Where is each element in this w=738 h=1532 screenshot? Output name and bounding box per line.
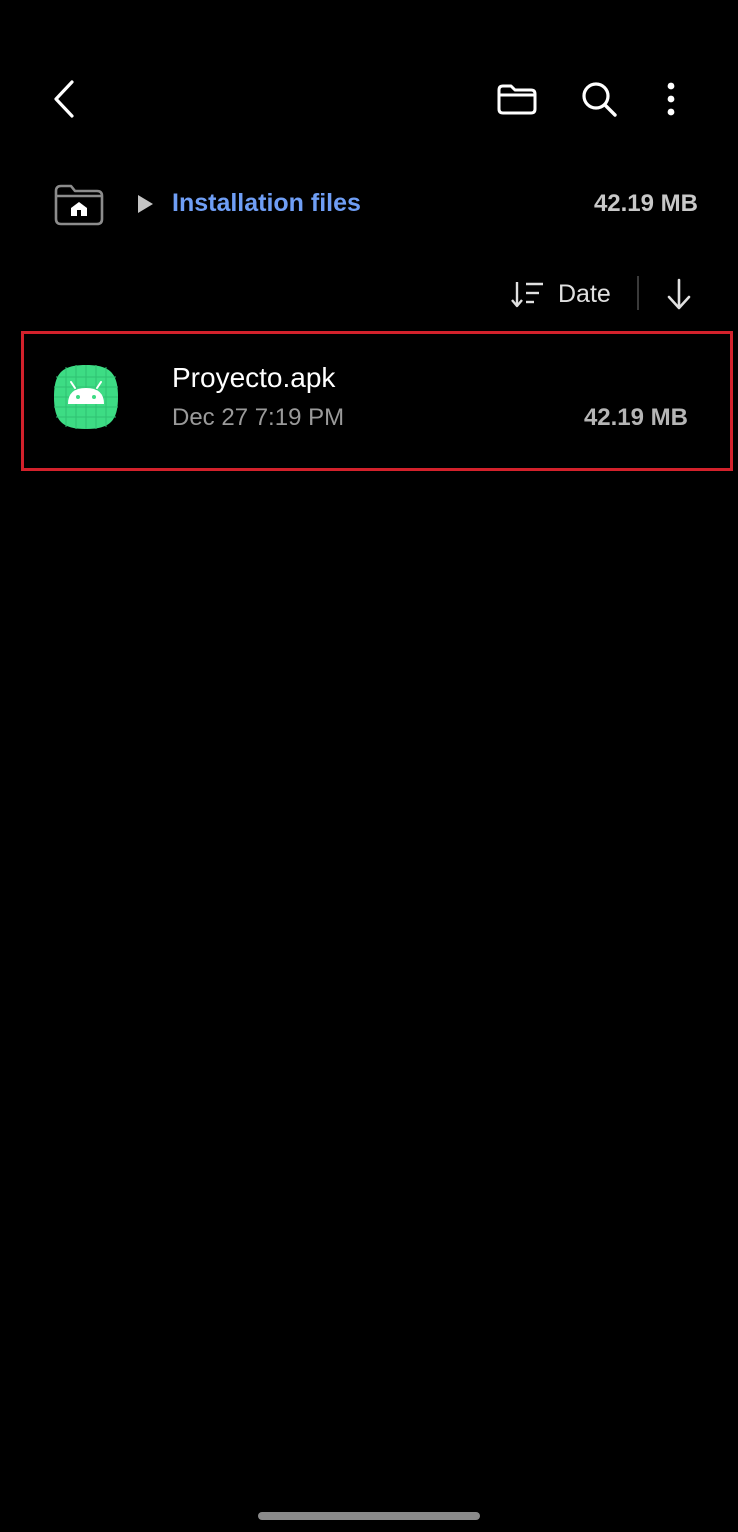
file-size: 42.19 MB	[583, 404, 688, 431]
file-list-item[interactable]	[21, 331, 733, 471]
play-triangle-icon	[138, 195, 153, 213]
sort-button[interactable]	[506, 276, 548, 312]
home-button[interactable]	[50, 178, 108, 230]
back-button[interactable]	[40, 72, 90, 126]
gesture-handle[interactable]	[258, 1512, 480, 1520]
android-apk-icon	[54, 365, 118, 429]
breadcrumb-separator	[136, 194, 156, 216]
sort-by-label[interactable]: Date	[558, 280, 611, 309]
folder-button[interactable]	[492, 76, 542, 122]
folder-icon	[497, 84, 537, 115]
more-options-button[interactable]	[655, 74, 687, 124]
back-chevron-icon	[54, 80, 74, 118]
file-name: Proyecto.apk	[172, 362, 336, 393]
sort-list-icon	[511, 282, 543, 308]
sort-direction-button[interactable]	[660, 274, 698, 314]
search-button[interactable]	[574, 74, 624, 124]
sort-divider	[637, 276, 639, 310]
search-icon	[582, 82, 617, 117]
home-folder-icon	[54, 184, 104, 226]
arrow-down-icon	[667, 278, 691, 310]
breadcrumb-current-folder[interactable]: Installation files	[172, 189, 361, 218]
file-icon	[53, 364, 119, 430]
folder-size: 42.19 MB	[593, 190, 698, 217]
more-vertical-icon	[667, 82, 675, 116]
file-date: Dec 27 7:19 PM	[172, 404, 345, 431]
